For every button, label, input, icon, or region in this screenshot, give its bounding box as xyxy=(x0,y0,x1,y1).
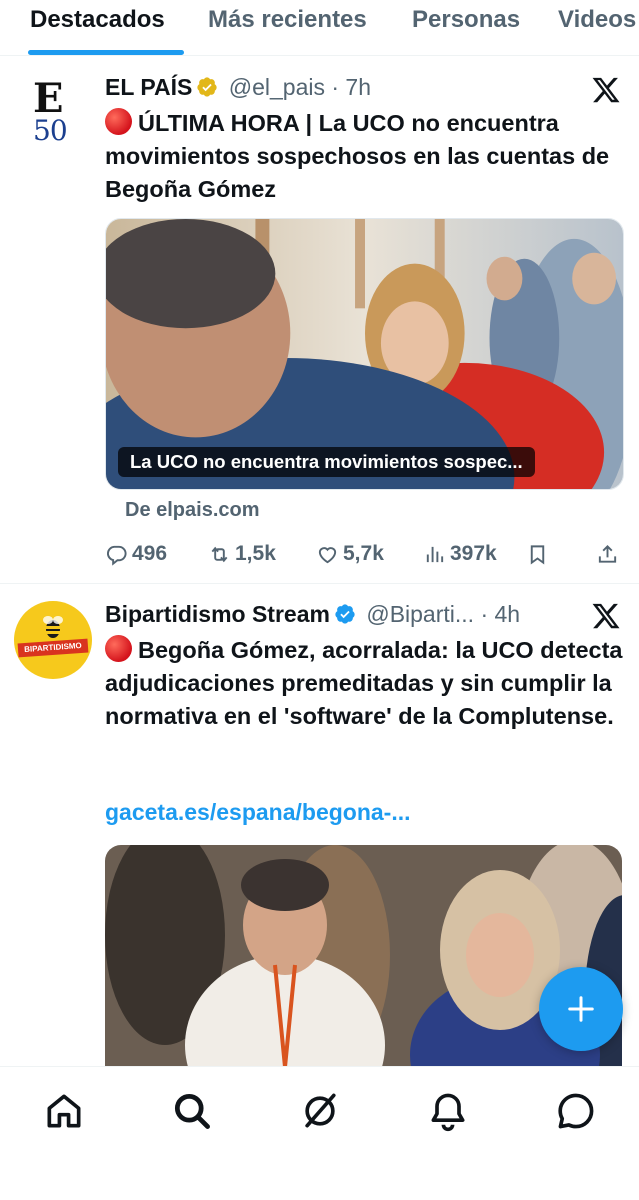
share-button[interactable] xyxy=(596,540,623,568)
link-card-image[interactable]: La UCO no encuentra movimientos sospec..… xyxy=(105,218,624,490)
post-header: EL PAÍS @el_pais · 7h xyxy=(105,74,371,104)
view-count: 397k xyxy=(450,542,497,565)
share-icon xyxy=(598,544,617,563)
red-circle-icon xyxy=(105,108,132,135)
separator-dot: · xyxy=(331,74,340,100)
gold-checkmark-icon xyxy=(196,76,218,98)
post-image[interactable] xyxy=(105,845,622,1067)
notifications-icon xyxy=(431,1093,465,1132)
bookmark-icon xyxy=(530,544,545,565)
app: Destacados Más recientes Personas Videos… xyxy=(0,0,639,1200)
bookmark-button[interactable] xyxy=(526,540,553,568)
repost-button[interactable]: 1,5k xyxy=(208,540,276,568)
heart-icon xyxy=(318,546,337,563)
avatar-label: BIPARTIDISMO xyxy=(17,638,89,658)
like-button[interactable]: 5,7k xyxy=(316,540,384,568)
red-circle-icon xyxy=(105,635,132,662)
reply-icon xyxy=(107,545,127,566)
reply-button[interactable]: 496 xyxy=(105,540,167,568)
search-tabs: Destacados Más recientes Personas Videos xyxy=(0,0,639,56)
photo-sanchez-begona-smiling xyxy=(105,845,622,1067)
tab-mas-recientes[interactable]: Más recientes xyxy=(208,6,367,34)
views-button[interactable]: 397k xyxy=(423,540,497,568)
tab-videos[interactable]: Videos xyxy=(558,6,636,34)
plus-icon xyxy=(568,996,594,1022)
post-elpais[interactable]: E 50 EL PAÍS @el_pais · 7h ÚLTIMA HORA |… xyxy=(0,57,639,584)
post-text-container: Begoña Gómez, acorralada: la UCO detecta… xyxy=(105,634,625,733)
repost-icon xyxy=(211,546,228,562)
author-handle[interactable]: @el_pais xyxy=(229,74,325,100)
author-name[interactable]: EL PAÍS xyxy=(105,74,192,100)
x-logo-icon[interactable] xyxy=(591,601,621,631)
x-logo-icon[interactable] xyxy=(591,75,621,105)
avatar[interactable]: BIPARTIDISMO xyxy=(14,601,92,679)
post-header: Bipartidismo Stream @Biparti... · 4h xyxy=(105,601,520,631)
search-icon xyxy=(174,1093,210,1129)
tab-personas[interactable]: Personas xyxy=(412,6,520,34)
post-text: Begoña Gómez, acorralada: la UCO detecta… xyxy=(105,637,623,729)
post-time[interactable]: 7h xyxy=(345,74,371,100)
post-actions: 496 1,5k 5,7k 397k xyxy=(105,540,625,568)
separator-dot: · xyxy=(480,601,489,627)
card-source[interactable]: De elpais.com xyxy=(125,499,260,522)
avatar-logo-letter: E xyxy=(33,75,64,122)
nav-home-button[interactable] xyxy=(42,1089,86,1133)
reply-count: 496 xyxy=(132,542,168,565)
active-tab-indicator xyxy=(28,50,184,55)
like-count: 5,7k xyxy=(343,542,384,565)
messages-icon xyxy=(558,1093,594,1129)
grok-icon xyxy=(305,1093,336,1128)
views-icon xyxy=(426,546,444,562)
author-handle[interactable]: @Biparti... xyxy=(366,601,474,627)
compose-post-button[interactable] xyxy=(539,967,623,1051)
repost-count: 1,5k xyxy=(235,542,276,565)
post-text: ÚLTIMA HORA | La UCO no encuentra movimi… xyxy=(105,110,610,202)
nav-messages-button[interactable] xyxy=(554,1089,598,1133)
post-text-container: ÚLTIMA HORA | La UCO no encuentra movimi… xyxy=(105,107,625,206)
tab-destacados[interactable]: Destacados xyxy=(30,6,165,34)
blue-checkmark-icon xyxy=(334,603,356,625)
author-name[interactable]: Bipartidismo Stream xyxy=(105,601,330,627)
nav-grok-button[interactable] xyxy=(298,1089,342,1133)
home-icon xyxy=(47,1094,81,1128)
nav-notifications-button[interactable] xyxy=(426,1089,470,1133)
nav-search-button[interactable] xyxy=(170,1089,214,1133)
post-time[interactable]: 4h xyxy=(495,601,521,627)
card-caption: La UCO no encuentra movimientos sospec..… xyxy=(118,447,535,477)
bee-logo-icon xyxy=(43,616,63,638)
avatar-logo-number: 50 xyxy=(33,114,68,147)
post-link[interactable]: gaceta.es/espana/begona-... xyxy=(105,799,411,826)
bottom-navigation xyxy=(0,1066,639,1200)
avatar[interactable]: E 50 xyxy=(14,77,92,155)
